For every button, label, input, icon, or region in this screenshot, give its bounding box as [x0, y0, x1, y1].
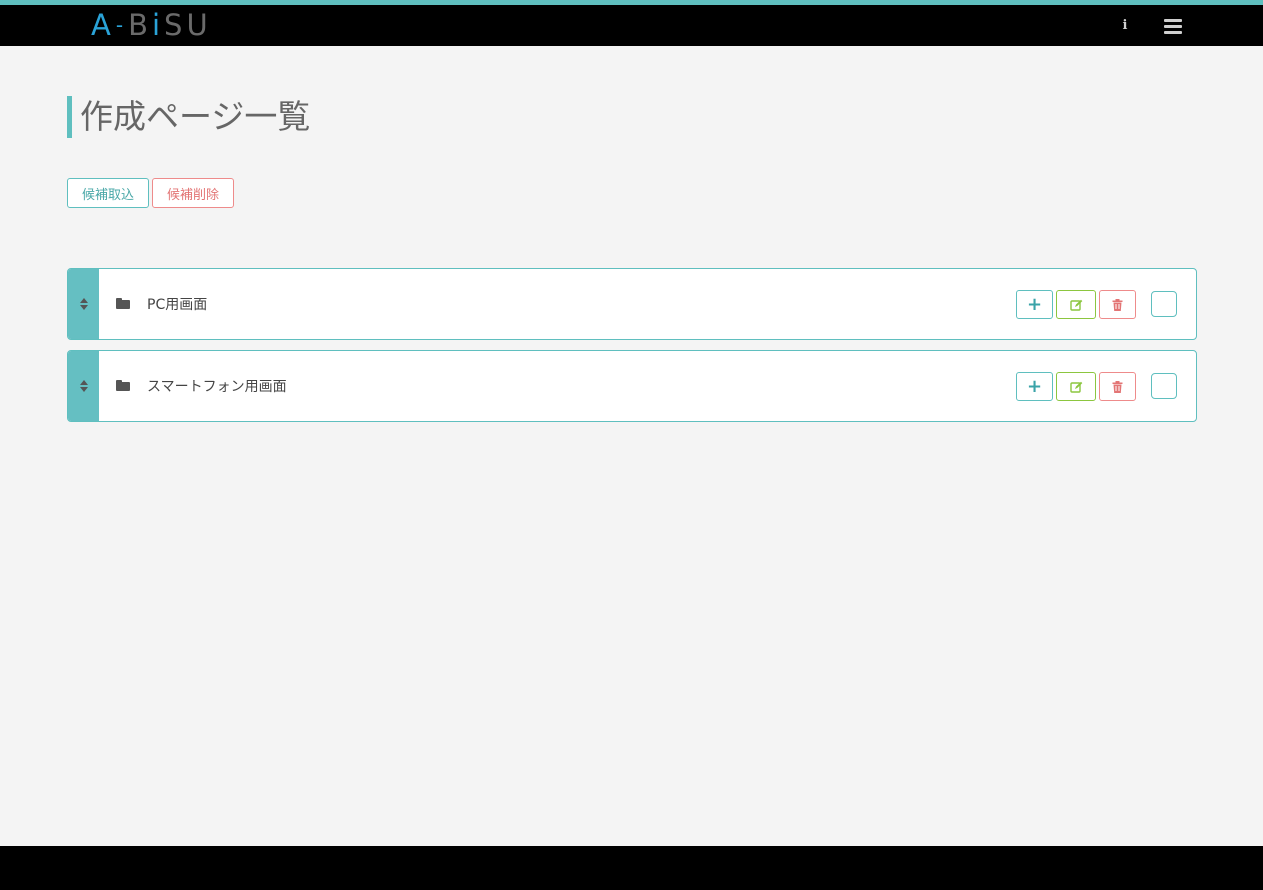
plus-icon: +: [1026, 376, 1043, 397]
add-button[interactable]: +: [1016, 372, 1053, 401]
trash-icon: [1112, 380, 1123, 393]
folder-row: PC用画面 +: [67, 268, 1197, 340]
select-checkbox[interactable]: [1151, 373, 1177, 399]
folder-icon: [116, 298, 130, 309]
menu-bar: [1164, 19, 1182, 22]
sort-icon: [79, 380, 88, 392]
plus-icon: +: [1026, 294, 1043, 315]
logo-part-a: A: [91, 8, 115, 42]
navbar: A - Bi SU i: [0, 5, 1263, 46]
edit-button[interactable]: [1056, 290, 1096, 319]
trash-icon: [1112, 298, 1123, 311]
edit-icon: [1069, 381, 1082, 393]
page-title: 作成ページ一覧: [67, 96, 310, 138]
logo-part-dash: -: [115, 13, 128, 37]
folder-row: スマートフォン用画面 +: [67, 350, 1197, 422]
select-checkbox[interactable]: [1151, 291, 1177, 317]
footer: [0, 846, 1263, 890]
delete-button[interactable]: [1099, 290, 1136, 319]
folder-name[interactable]: スマートフォン用画面: [147, 351, 287, 421]
menu-bar: [1164, 25, 1182, 28]
folder-name[interactable]: PC用画面: [147, 269, 207, 339]
folder-icon: [116, 380, 130, 391]
logo-part-su: SU: [164, 8, 212, 42]
info-icon[interactable]: i: [1118, 15, 1132, 35]
edit-icon: [1069, 299, 1082, 311]
edit-button[interactable]: [1056, 372, 1096, 401]
sort-icon: [79, 298, 88, 310]
import-candidates-button[interactable]: 候補取込: [67, 178, 149, 208]
hamburger-menu-icon[interactable]: [1164, 18, 1182, 34]
drag-handle[interactable]: [68, 269, 99, 339]
logo-part-i: i: [151, 8, 165, 42]
menu-bar: [1164, 31, 1182, 34]
logo[interactable]: A - Bi SU: [91, 8, 212, 42]
delete-candidates-button[interactable]: 候補削除: [152, 178, 234, 208]
logo-part-b: B: [128, 8, 152, 42]
delete-button[interactable]: [1099, 372, 1136, 401]
add-button[interactable]: +: [1016, 290, 1053, 319]
drag-handle[interactable]: [68, 351, 99, 421]
